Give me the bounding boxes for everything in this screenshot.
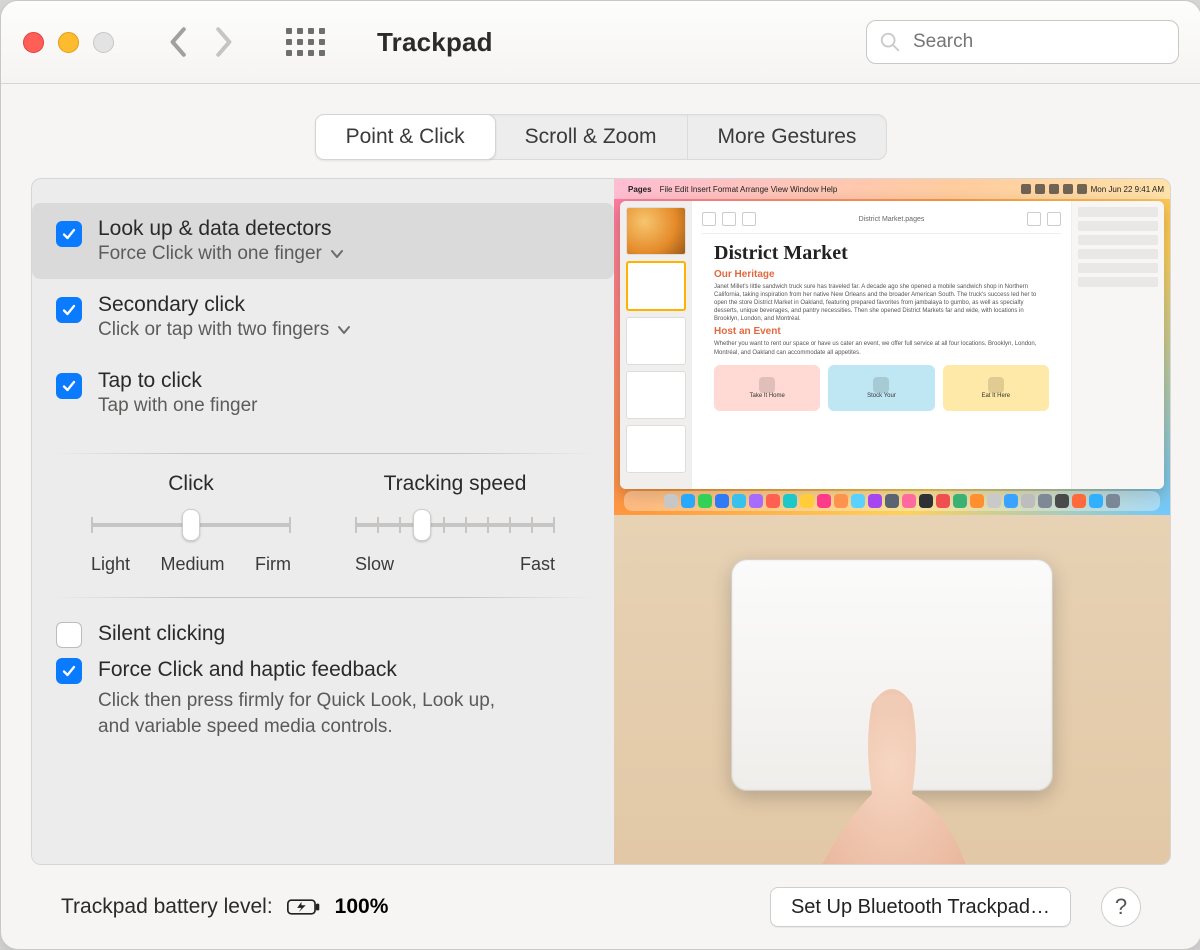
preview-app-toolbar: District Market.pages: [702, 209, 1061, 234]
option-tap-to-click[interactable]: Tap to click Tap with one finger: [32, 355, 614, 431]
option-subtitle: Tap with one finger: [98, 395, 258, 417]
toolbar: Trackpad: [1, 1, 1200, 84]
option-title: Force Click and haptic feedback: [98, 658, 528, 682]
option-title: Tap to click: [98, 369, 258, 393]
option-title: Secondary click: [98, 293, 351, 317]
chevron-down-icon: [337, 325, 351, 335]
search-field[interactable]: [866, 20, 1179, 64]
tab-point-and-click[interactable]: Point & Click: [315, 114, 496, 160]
option-subtitle-menu[interactable]: Click or tap with two fingers: [98, 319, 351, 341]
tab-label: Scroll & Zoom: [525, 125, 657, 149]
preview-dock: [624, 491, 1160, 511]
preview-thumbnails: [620, 201, 692, 489]
click-slider-group: Click Light Medium Firm: [91, 472, 291, 575]
forward-button[interactable]: [212, 26, 234, 58]
option-description: Click then press firmly for Quick Look, …: [98, 688, 528, 739]
option-lookup[interactable]: Look up & data detectors Force Click wit…: [32, 203, 614, 279]
back-button[interactable]: [168, 26, 190, 58]
click-slider[interactable]: [91, 510, 291, 540]
preview-app-window: District Market.pages District Market Ou…: [620, 201, 1164, 489]
tab-more-gestures[interactable]: More Gestures: [688, 115, 887, 159]
battery-icon: [287, 898, 321, 916]
option-silent-clicking[interactable]: Silent clicking: [56, 622, 590, 648]
window-controls: [23, 32, 114, 53]
option-subtitle-menu[interactable]: Force Click with one finger: [98, 243, 344, 265]
options-column: Look up & data detectors Force Click wit…: [32, 179, 614, 864]
show-all-prefs-button[interactable]: [286, 28, 325, 56]
tab-bar: Point & Click Scroll & Zoom More Gesture…: [315, 114, 888, 160]
search-input[interactable]: [911, 30, 1166, 54]
tracking-slider[interactable]: [355, 510, 555, 540]
slider-title: Tracking speed: [384, 472, 527, 496]
preview-screen: Pages File Edit Insert Format Arrange Vi…: [614, 179, 1170, 515]
chevron-down-icon: [330, 249, 344, 259]
divider: [52, 597, 594, 598]
help-button[interactable]: ?: [1101, 887, 1141, 927]
checkbox-tap-to-click[interactable]: [56, 373, 82, 399]
slider-thumb[interactable]: [182, 509, 200, 541]
battery-label: Trackpad battery level:: [61, 895, 273, 919]
gesture-preview: Pages File Edit Insert Format Arrange Vi…: [614, 179, 1170, 864]
preview-trackpad-area: [614, 515, 1170, 864]
option-force-click[interactable]: Force Click and haptic feedback Click th…: [56, 658, 590, 739]
tracking-slider-group: Tracking speed Slow Fast: [355, 472, 555, 575]
nav-arrows: [168, 26, 234, 58]
slider-labels: Light Medium Firm: [91, 554, 291, 575]
close-button[interactable]: [23, 32, 44, 53]
preview-menubar: Pages File Edit Insert Format Arrange Vi…: [614, 179, 1170, 199]
tab-label: More Gestures: [718, 125, 857, 149]
minimize-button[interactable]: [58, 32, 79, 53]
divider: [52, 453, 594, 454]
option-title: Look up & data detectors: [98, 217, 344, 241]
preview-document: District Market Our Heritage Janet Mille…: [702, 234, 1061, 485]
tab-scroll-and-zoom[interactable]: Scroll & Zoom: [495, 115, 688, 159]
preview-trackpad: [731, 559, 1053, 791]
checkbox-silent-clicking[interactable]: [56, 622, 82, 648]
slider-labels: Slow Fast: [355, 554, 555, 575]
window-title: Trackpad: [377, 27, 493, 58]
tab-label: Point & Click: [346, 125, 465, 149]
checkbox-force-click[interactable]: [56, 658, 82, 684]
slider-thumb[interactable]: [413, 509, 431, 541]
slider-title: Click: [168, 472, 214, 496]
battery-percent: 100%: [335, 895, 389, 919]
settings-panel: Look up & data detectors Force Click wit…: [31, 178, 1171, 865]
sliders-row: Click Light Medium Firm Tra: [32, 472, 614, 575]
checkbox-secondary-click[interactable]: [56, 297, 82, 323]
option-secondary-click[interactable]: Secondary click Click or tap with two fi…: [32, 279, 614, 355]
system-preferences-window: Trackpad Point & Click Scroll & Zoom Mor…: [0, 0, 1200, 950]
option-title: Silent clicking: [98, 622, 225, 646]
setup-bluetooth-trackpad-button[interactable]: Set Up Bluetooth Trackpad…: [770, 887, 1071, 927]
maximize-button[interactable]: [93, 32, 114, 53]
search-icon: [879, 31, 901, 53]
footer: Trackpad battery level: 100% Set Up Blue…: [31, 865, 1171, 949]
checkbox-lookup[interactable]: [56, 221, 82, 247]
